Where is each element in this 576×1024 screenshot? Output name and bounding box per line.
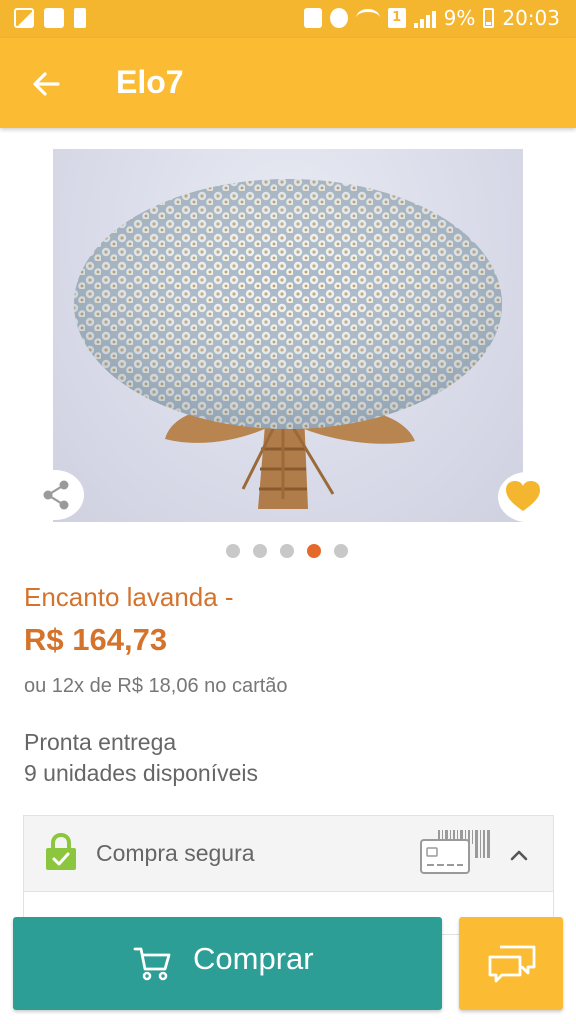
- share-button[interactable]: [26, 470, 84, 520]
- app-title: Elo7: [116, 64, 184, 100]
- share-icon: [43, 480, 69, 510]
- product-price: R$ 164,73: [24, 622, 168, 657]
- product-title: Encanto lavanda -: [24, 582, 234, 612]
- signal-icon: [413, 8, 436, 28]
- status-bar: 1 9% 20:03: [0, 0, 576, 38]
- product-image[interactable]: [53, 149, 523, 522]
- status-right-icons: 1 9% 20:03: [303, 6, 560, 30]
- cart-icon: [133, 947, 171, 981]
- wifi-icon: [355, 9, 380, 27]
- buy-button[interactable]: Comprar: [13, 917, 442, 1010]
- arrow-left-icon: [33, 72, 60, 96]
- units-available-text: 9 unidades disponíveis: [24, 760, 258, 786]
- battery-icon: [483, 8, 495, 28]
- alert-icon: [74, 8, 86, 28]
- lock-icon: [303, 8, 322, 28]
- installments-text: ou 12x de R$ 18,06 no cartão: [24, 675, 288, 697]
- alarm-icon: [329, 8, 348, 28]
- flower-bouquet-image: [74, 179, 502, 509]
- app-bar: Elo7: [0, 38, 576, 128]
- heart-icon: [506, 481, 540, 511]
- chat-icon: [488, 945, 536, 983]
- carousel-dot-active[interactable]: [307, 544, 321, 558]
- carousel-dots: [226, 544, 348, 558]
- chat-button[interactable]: [459, 917, 563, 1010]
- back-button[interactable]: [28, 66, 64, 102]
- secure-purchase-header[interactable]: Compra segura: [24, 816, 553, 892]
- secure-purchase-label: Compra segura: [96, 840, 255, 866]
- lock-icon: [46, 832, 76, 870]
- app-icon: [44, 8, 64, 28]
- favorite-button[interactable]: [498, 472, 556, 522]
- carousel-dot[interactable]: [226, 544, 240, 558]
- sim-icon: 1: [387, 8, 406, 28]
- buy-button-label: Comprar: [193, 941, 314, 976]
- carousel-dot[interactable]: [334, 544, 348, 558]
- image-icon: [14, 8, 34, 28]
- status-time: 20:03: [502, 6, 560, 30]
- availability-text: Pronta entrega: [24, 729, 177, 755]
- carousel-dot[interactable]: [253, 544, 267, 558]
- carousel-dot[interactable]: [280, 544, 294, 558]
- battery-percent: 9%: [443, 6, 476, 30]
- chevron-up-icon[interactable]: [508, 844, 530, 866]
- status-left-icons: [14, 8, 86, 28]
- credit-card-icon: [420, 830, 490, 874]
